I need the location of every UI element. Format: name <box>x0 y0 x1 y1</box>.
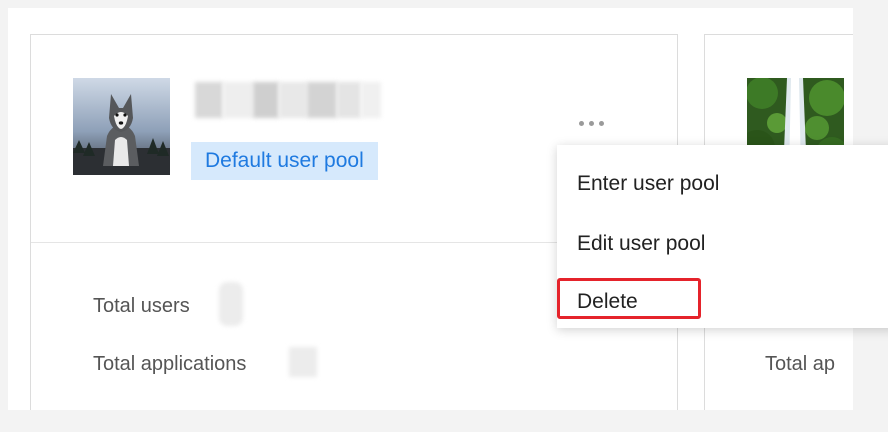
total-applications-value-redacted <box>289 347 317 377</box>
pool-actions-menu: Enter user pool Edit user pool Delete <box>557 145 888 328</box>
default-pool-badge: Default user pool <box>191 142 378 180</box>
total-users-label: Total users <box>93 295 190 317</box>
pool-name-redacted <box>195 82 401 118</box>
menu-item-delete[interactable]: Delete <box>577 290 638 314</box>
total-applications-label: Total applications <box>93 353 247 375</box>
menu-item-edit-user-pool[interactable]: Edit user pool <box>577 232 705 256</box>
pool-avatar-husky <box>73 78 170 175</box>
menu-item-enter-user-pool[interactable]: Enter user pool <box>577 172 719 196</box>
total-applications-label-2: Total ap <box>765 353 836 375</box>
total-users-value-redacted <box>219 282 243 326</box>
screen: Default user pool Total users Total appl… <box>0 0 888 432</box>
more-dots-icon <box>578 120 584 126</box>
more-actions-button[interactable] <box>566 103 616 143</box>
